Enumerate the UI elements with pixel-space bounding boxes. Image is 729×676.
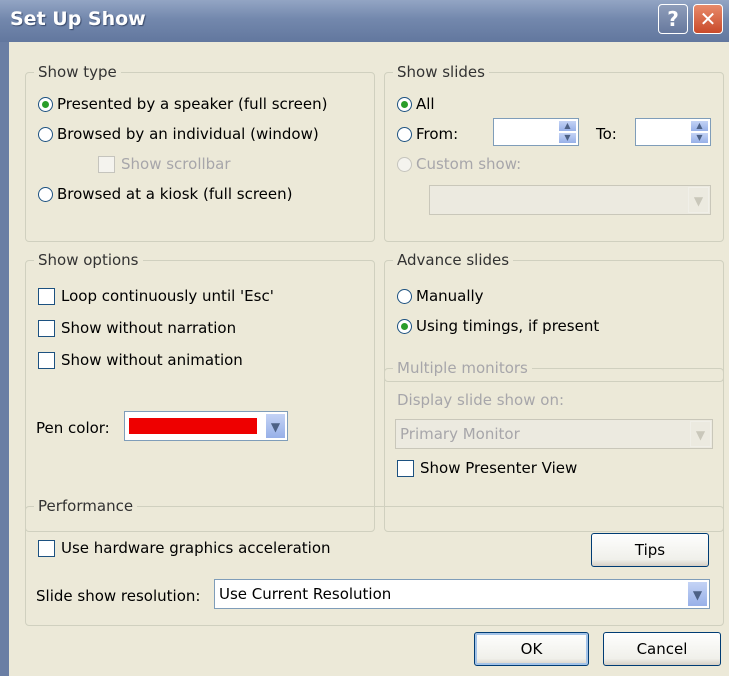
pen-color-dropdown[interactable]: ▼ (124, 411, 288, 441)
custom-show-dropdown[interactable]: ▼ (429, 185, 711, 215)
dialog-client: Show type Presented by a speaker (full s… (9, 42, 729, 676)
radio-indicator[interactable] (397, 318, 412, 334)
radio-all-slides[interactable]: All (397, 95, 435, 113)
loop-continuously-checkbox[interactable]: Loop continuously until 'Esc' (38, 287, 274, 305)
show-options-legend: Show options (34, 250, 143, 270)
checkbox-indicator[interactable] (38, 287, 55, 305)
spin-down-icon[interactable]: ▼ (690, 132, 709, 144)
resolution-dropdown[interactable]: Use Current Resolution ▼ (214, 579, 710, 609)
radio-manually[interactable]: Manually (397, 287, 484, 305)
pen-color-swatch (129, 418, 257, 434)
close-button[interactable]: ✕ (693, 4, 723, 34)
radio-label: Using timings, if present (416, 317, 600, 335)
to-spinner[interactable]: ▲ ▼ (690, 120, 709, 145)
chevron-down-icon[interactable]: ▼ (690, 421, 711, 447)
from-spinner[interactable]: ▲ ▼ (558, 120, 577, 145)
tips-button[interactable]: Tips (591, 533, 709, 567)
checkbox-label: Show scrollbar (121, 155, 231, 173)
show-scrollbar-checkbox[interactable]: Show scrollbar (98, 155, 231, 173)
window-title: Set Up Show (10, 8, 146, 30)
to-label: To: (596, 125, 617, 143)
spin-up-icon[interactable]: ▲ (558, 120, 577, 132)
to-slide-input[interactable]: ▲ ▼ (635, 118, 711, 146)
radio-label: Browsed at a kiosk (full screen) (57, 185, 293, 203)
show-type-legend: Show type (34, 62, 121, 82)
multiple-monitors-legend: Multiple monitors (393, 358, 532, 378)
resolution-label: Slide show resolution: (36, 587, 201, 605)
cancel-button[interactable]: Cancel (603, 632, 721, 666)
without-narration-checkbox[interactable]: Show without narration (38, 319, 236, 337)
checkbox-indicator[interactable] (38, 539, 55, 557)
checkbox-label: Show without narration (61, 319, 237, 337)
checkbox-label: Show without animation (61, 351, 243, 369)
radio-indicator[interactable] (38, 186, 53, 202)
checkbox-label: Show Presenter View (420, 459, 578, 477)
radio-label: Custom show: (416, 155, 522, 173)
radio-browsed-by-individual[interactable]: Browsed by an individual (window) (38, 125, 319, 143)
without-animation-checkbox[interactable]: Show without animation (38, 351, 243, 369)
radio-custom-show[interactable]: Custom show: (397, 155, 521, 173)
hardware-acceleration-checkbox[interactable]: Use hardware graphics acceleration (38, 539, 331, 557)
from-slide-input[interactable]: ▲ ▼ (493, 118, 579, 146)
radio-label: Browsed by an individual (window) (57, 125, 319, 143)
show-type-group: Show type Presented by a speaker (full s… (25, 62, 375, 242)
display-monitor-dropdown[interactable]: Primary Monitor ▼ (395, 419, 713, 449)
checkbox-indicator[interactable] (38, 319, 55, 337)
performance-group: Performance Use hardware graphics accele… (25, 496, 724, 626)
radio-browsed-at-kiosk[interactable]: Browsed at a kiosk (full screen) (38, 185, 292, 203)
title-bar: Set Up Show ? ✕ (0, 0, 729, 42)
show-options-group: Show options Loop continuously until 'Es… (25, 250, 375, 532)
checkbox-label: Use hardware graphics acceleration (61, 539, 331, 557)
radio-label: Presented by a speaker (full screen) (57, 95, 328, 113)
checkbox-indicator[interactable] (397, 459, 414, 477)
performance-legend: Performance (34, 496, 138, 516)
chevron-down-icon[interactable]: ▼ (688, 187, 709, 213)
show-slides-group: Show slides All From: ▲ ▼ To: ▲ ▼ Custom… (384, 62, 724, 242)
ok-button[interactable]: OK (474, 632, 589, 666)
radio-indicator[interactable] (397, 288, 412, 304)
radio-from-slides[interactable]: From: (397, 125, 458, 143)
chevron-down-icon[interactable]: ▼ (687, 581, 708, 607)
radio-presented-by-speaker[interactable]: Presented by a speaker (full screen) (38, 95, 327, 113)
radio-indicator[interactable] (397, 156, 412, 172)
window-left-border (0, 42, 9, 676)
checkbox-indicator[interactable] (98, 155, 115, 173)
pen-color-label: Pen color: (36, 419, 110, 437)
spin-up-icon[interactable]: ▲ (690, 120, 709, 132)
radio-label: All (416, 95, 435, 113)
chevron-down-icon[interactable]: ▼ (265, 413, 286, 439)
radio-label: Manually (416, 287, 484, 305)
help-button[interactable]: ? (658, 4, 688, 34)
checkbox-label: Loop continuously until 'Esc' (61, 287, 274, 305)
checkbox-indicator[interactable] (38, 351, 55, 369)
resolution-value: Use Current Resolution (219, 585, 392, 603)
show-presenter-view-checkbox[interactable]: Show Presenter View (397, 459, 577, 477)
display-slide-show-label: Display slide show on: (397, 391, 564, 409)
radio-label: From: (416, 125, 459, 143)
show-slides-legend: Show slides (393, 62, 489, 82)
radio-indicator[interactable] (38, 126, 53, 142)
radio-indicator[interactable] (397, 96, 412, 112)
radio-indicator[interactable] (397, 126, 412, 142)
advance-slides-legend: Advance slides (393, 250, 514, 270)
radio-using-timings[interactable]: Using timings, if present (397, 317, 599, 335)
display-monitor-value: Primary Monitor (400, 425, 520, 443)
radio-indicator[interactable] (38, 96, 53, 112)
spin-down-icon[interactable]: ▼ (558, 132, 577, 144)
